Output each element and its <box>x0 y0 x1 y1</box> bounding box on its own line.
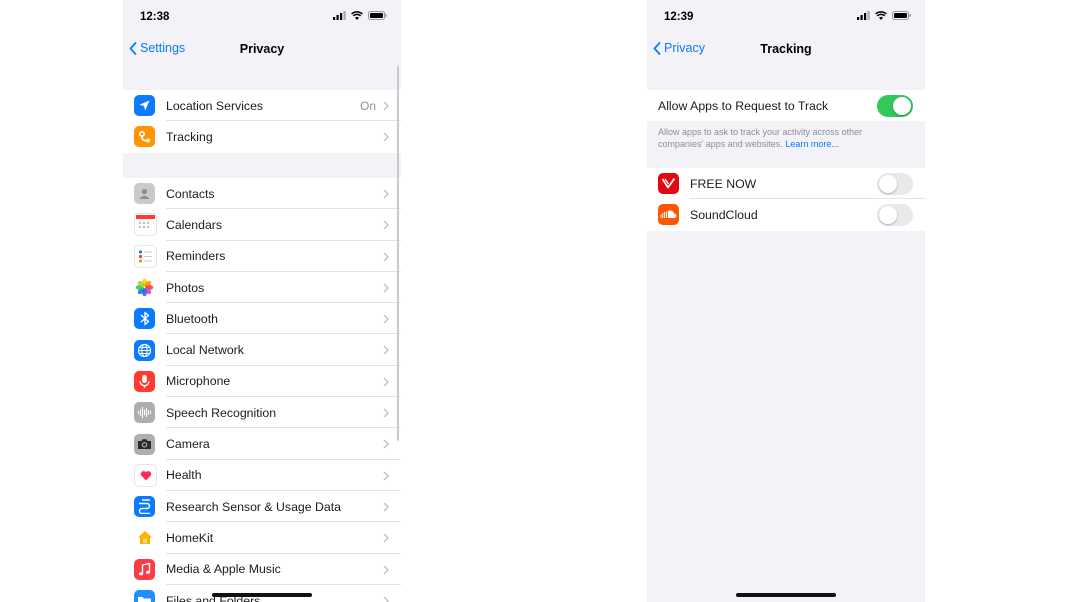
camera-row[interactable]: Camera <box>123 428 401 460</box>
heart-icon <box>134 463 157 487</box>
contacts-icon <box>134 183 155 205</box>
row-label: Reminders <box>166 249 226 264</box>
signal-icon <box>333 11 346 20</box>
globe-icon <box>134 339 155 361</box>
battery-icon <box>368 11 387 20</box>
free-now-icon <box>658 173 679 195</box>
chevron-right-icon <box>383 132 389 142</box>
home-indicator[interactable] <box>736 593 836 597</box>
microphone-row[interactable]: Microphone <box>123 366 401 398</box>
status-bar: 12:39 <box>647 0 925 34</box>
row-label: FREE NOW <box>690 176 757 191</box>
calendar-icon <box>134 213 157 237</box>
microphone-icon <box>134 370 155 392</box>
status-bar: 12:38 <box>123 0 401 34</box>
tracking-footnote: Allow apps to ask to track your activity… <box>658 126 895 150</box>
folder-icon <box>134 590 155 602</box>
contacts-row[interactable]: Contacts <box>123 178 401 210</box>
app-row: FREE NOW <box>647 168 925 200</box>
location-services-row[interactable]: Location Services On <box>123 90 401 122</box>
photos-row[interactable]: Photos <box>123 272 401 304</box>
bluetooth-row[interactable]: Bluetooth <box>123 303 401 335</box>
privacy-screen: 12:38 Settings Privacy Location Services… <box>123 0 401 602</box>
reminders-row[interactable]: Reminders <box>123 241 401 272</box>
tracking-row[interactable]: Tracking <box>123 121 401 152</box>
research-sensor-row[interactable]: Research Sensor & Usage Data <box>123 491 401 523</box>
tracking-screen: 12:39 Privacy Tracking Allow Apps to Req… <box>647 0 925 602</box>
home-indicator[interactable] <box>212 593 312 597</box>
privacy-apps-group: Contacts Calendars Reminders Photos Blue… <box>123 178 401 602</box>
signal-icon <box>857 11 870 20</box>
research-icon <box>134 496 155 518</box>
row-label: SoundCloud <box>690 207 758 222</box>
learn-more-link[interactable]: Learn more... <box>785 139 839 149</box>
scrollbar[interactable] <box>396 66 399 441</box>
local-network-row[interactable]: Local Network <box>123 334 401 366</box>
row-label: Microphone <box>166 374 231 389</box>
status-time: 12:39 <box>664 11 694 23</box>
wifi-icon <box>875 11 887 20</box>
row-label: Photos <box>166 280 205 295</box>
calendars-row[interactable]: Calendars <box>123 209 401 241</box>
nav-bar: Privacy Tracking <box>647 34 925 64</box>
battery-icon <box>892 11 911 20</box>
homekit-row[interactable]: HomeKit <box>123 522 401 554</box>
music-note-icon <box>134 558 155 580</box>
allow-apps-row: Allow Apps to Request to Track <box>647 90 925 121</box>
health-row[interactable]: Health <box>123 460 401 491</box>
status-time: 12:38 <box>140 11 170 23</box>
row-label: Media & Apple Music <box>166 562 281 577</box>
apps-tracking-group: FREE NOW SoundCloud <box>647 168 925 231</box>
chevron-right-icon <box>383 439 389 449</box>
chevron-right-icon <box>383 101 389 111</box>
page-title: Tracking <box>760 42 812 56</box>
row-label: Calendars <box>166 217 223 232</box>
page-title: Privacy <box>239 42 285 56</box>
chevron-right-icon <box>383 533 389 543</box>
tracking-icon <box>134 126 155 148</box>
chevron-right-icon <box>383 252 389 262</box>
bluetooth-icon <box>134 308 155 330</box>
camera-icon <box>134 433 155 455</box>
chevron-right-icon <box>383 220 389 230</box>
chevron-right-icon <box>383 345 389 356</box>
chevron-right-icon <box>383 408 389 418</box>
nav-bar: Settings Privacy <box>123 34 401 64</box>
row-label: HomeKit <box>166 530 214 545</box>
row-detail: On <box>359 98 376 113</box>
home-icon <box>134 527 155 549</box>
allow-tracking-toggle[interactable] <box>877 94 913 117</box>
free-now-toggle[interactable] <box>877 172 913 195</box>
chevron-right-icon <box>383 502 389 512</box>
row-label: Camera <box>166 437 210 452</box>
row-label: Local Network <box>166 343 244 358</box>
chevron-right-icon <box>383 189 389 199</box>
row-label: Research Sensor & Usage Data <box>166 499 341 514</box>
row-label: Bluetooth <box>166 311 218 326</box>
chevron-right-icon <box>383 471 389 481</box>
app-row: SoundCloud <box>647 199 925 230</box>
wifi-icon <box>351 11 363 20</box>
soundcloud-toggle[interactable] <box>877 203 913 226</box>
row-label: Tracking <box>166 129 213 144</box>
chevron-right-icon <box>383 283 389 293</box>
chevron-right-icon <box>383 314 389 324</box>
waveform-icon <box>134 402 155 424</box>
reminders-icon <box>134 244 157 268</box>
chevron-right-icon <box>383 377 389 387</box>
privacy-top-group: Location Services On Tracking <box>123 90 401 153</box>
allow-tracking-group: Allow Apps to Request to Track <box>647 90 925 122</box>
location-arrow-icon <box>134 95 155 117</box>
row-label: Allow Apps to Request to Track <box>658 98 829 113</box>
speech-recognition-row[interactable]: Speech Recognition <box>123 397 401 429</box>
chevron-right-icon <box>383 565 389 575</box>
chevron-right-icon <box>383 596 389 602</box>
media-apple-music-row[interactable]: Media & Apple Music <box>123 554 401 585</box>
soundcloud-icon <box>658 204 679 226</box>
row-label: Location Services <box>166 98 264 113</box>
row-label: Speech Recognition <box>166 405 277 420</box>
row-label: Contacts <box>166 186 215 201</box>
row-label: Health <box>166 468 202 483</box>
photos-icon <box>134 277 155 299</box>
